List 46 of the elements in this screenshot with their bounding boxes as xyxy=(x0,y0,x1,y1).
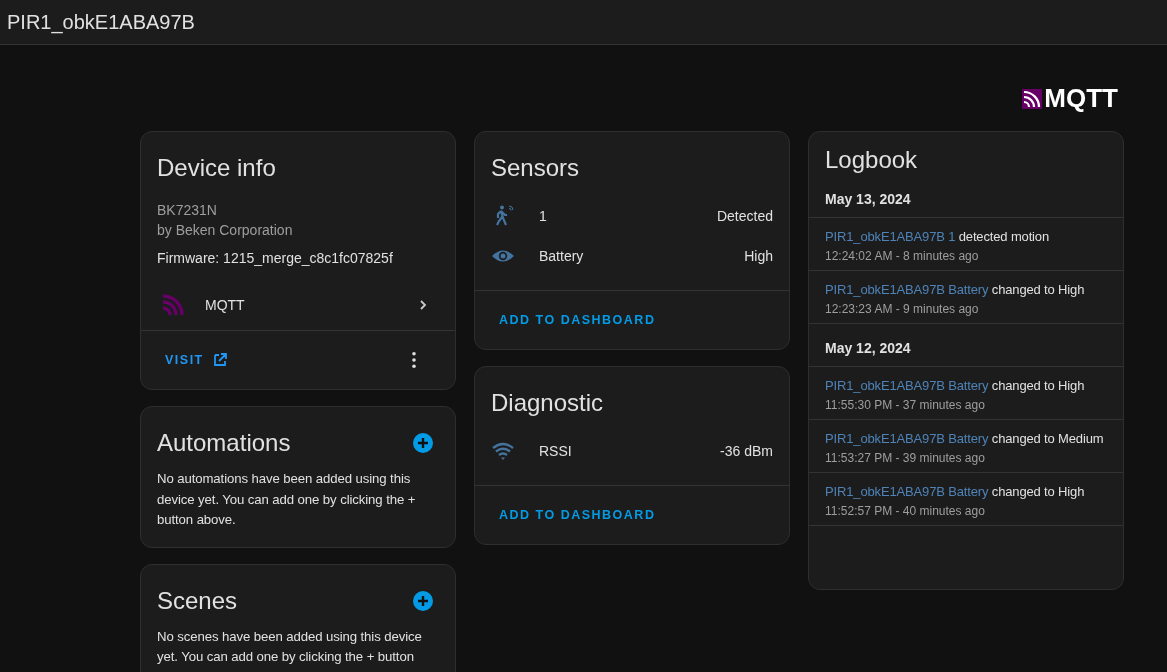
add-to-dashboard-button[interactable]: ADD TO DASHBOARD xyxy=(499,508,656,522)
card-title: Sensors xyxy=(490,153,581,183)
device-manufacturer: by Beken Corporation xyxy=(157,221,294,240)
card-title: Logbook xyxy=(824,145,919,175)
entity-link[interactable]: PIR1_obkE1ABA97B 1 xyxy=(825,229,956,244)
entity-state: Detected xyxy=(716,208,773,224)
card-title: Automations xyxy=(157,429,291,457)
add-icon[interactable] xyxy=(413,433,433,453)
entity-name[interactable]: Battery xyxy=(539,248,745,264)
entity-link[interactable]: PIR1_obkE1ABA97B Battery xyxy=(825,484,989,499)
entity-name[interactable]: 1 xyxy=(539,208,717,224)
add-icon[interactable] xyxy=(413,590,433,611)
date-heading: May 12, 2024 xyxy=(809,324,1123,367)
entity-state: High xyxy=(744,248,773,264)
empty-message: No scenes have been added using this device yet. You can add one by clicking the + button xyxy=(157,627,423,666)
card-title: Device info xyxy=(156,153,277,183)
log-time: 11:53:27 PM - 39 minutes ago xyxy=(825,451,986,465)
log-message: PIR1_obkE1ABA97B 1 detected motion xyxy=(825,228,1050,246)
log-message: PIR1_obkE1ABA97B Battery changed to High xyxy=(825,377,1086,395)
card-title: Scenes xyxy=(157,586,238,615)
log-time: 11:55:30 PM - 37 minutes ago xyxy=(825,398,986,412)
log-time: 12:24:02 AM - 8 minutes ago xyxy=(825,249,980,263)
device-model: BK7231N xyxy=(157,201,218,220)
log-time: 12:23:23 AM - 9 minutes ago xyxy=(825,302,980,316)
date-heading: May 13, 2024 xyxy=(809,186,1123,218)
mqtt-logo: MQTT xyxy=(1022,83,1118,114)
mqtt-icon xyxy=(161,293,185,317)
add-to-dashboard-button[interactable]: ADD TO DASHBOARD xyxy=(499,313,656,327)
integration-item[interactable]: MQTT xyxy=(141,280,455,330)
card-title: Diagnostic xyxy=(490,388,605,418)
entity-link[interactable]: PIR1_obkE1ABA97B Battery xyxy=(825,282,989,297)
log-time: 11:52:57 PM - 40 minutes ago xyxy=(825,504,986,518)
external-link-icon xyxy=(211,352,228,368)
page-title: PIR1_obkE1ABA97B xyxy=(7,10,195,34)
visit-link[interactable]: VISIT xyxy=(165,352,228,368)
log-message: PIR1_obkE1ABA97B Battery changed to Medium xyxy=(825,430,1105,448)
chevron-icon xyxy=(417,299,429,311)
more-menu-icon[interactable] xyxy=(411,351,417,369)
log-message: PIR1_obkE1ABA97B Battery changed to High xyxy=(825,483,1086,501)
empty-message: No automations have been added using this device yet. You can add one by clicking the + button above. xyxy=(157,470,417,529)
firmware-version: Firmware: 1215_merge_c8c1fc07825f xyxy=(157,249,394,268)
entity-link[interactable]: PIR1_obkE1ABA97B Battery xyxy=(825,378,989,393)
entity-name[interactable]: RSSI xyxy=(539,443,721,459)
entity-state: -36 dBm xyxy=(720,443,773,459)
log-message: PIR1_obkE1ABA97B Battery changed to High xyxy=(825,281,1086,299)
entity-link[interactable]: PIR1_obkE1ABA97B Battery xyxy=(825,431,989,446)
